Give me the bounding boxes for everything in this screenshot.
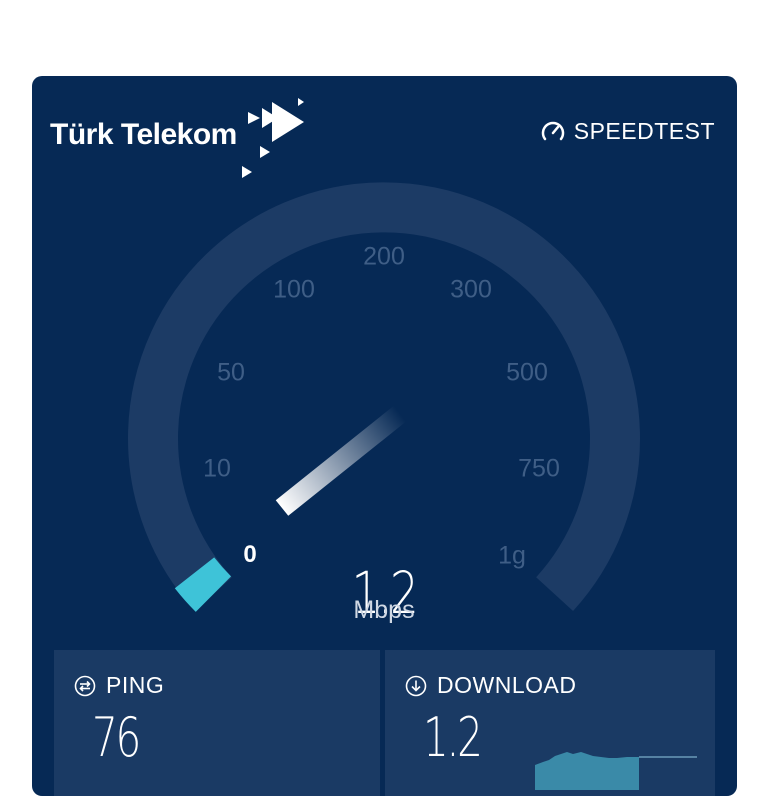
gauge-tick-300: 300: [450, 275, 492, 304]
download-label: DOWNLOAD: [437, 672, 577, 698]
gauge-tick-200: 200: [363, 242, 405, 271]
download-sparkline: [535, 752, 697, 790]
gauge-tick-500: 500: [506, 358, 548, 387]
gauge-tick-50: 50: [217, 358, 245, 387]
gauge-tick-10: 10: [203, 454, 231, 483]
speed-unit: Mbps: [353, 596, 415, 624]
gauge-progress: [174, 557, 232, 612]
speedtest-card: Türk Telekom SPEEDTEST 0 10 50 100 200 3…: [32, 76, 737, 796]
ping-icon: [74, 675, 96, 696]
download-panel: DOWNLOAD 1.2: [385, 650, 715, 796]
ping-label: PING: [106, 672, 165, 698]
download-arrow-icon: [405, 675, 427, 696]
download-value: 1.2: [423, 706, 483, 769]
ping-panel: PING 76: [54, 650, 380, 796]
gauge-tick-750: 750: [518, 454, 560, 483]
gauge-tick-0: 0: [243, 541, 257, 568]
ping-value: 76: [92, 706, 141, 769]
speed-gauge: [128, 182, 640, 612]
gauge-tick-1g: 1g: [498, 541, 526, 570]
gauge-needle: [275, 404, 409, 516]
gauge-tick-100: 100: [273, 275, 315, 304]
